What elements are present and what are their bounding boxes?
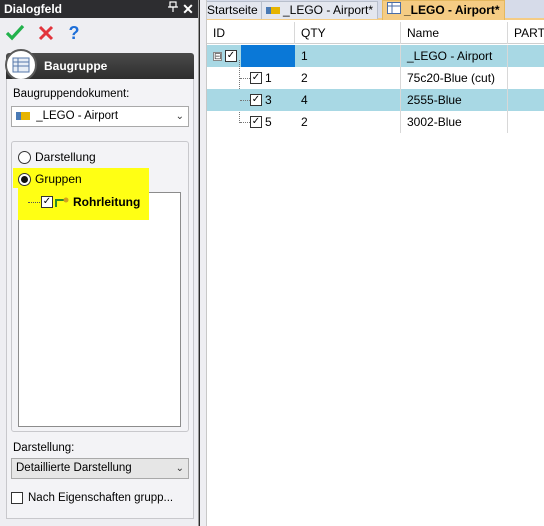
- close-icon[interactable]: ✕: [181, 0, 195, 18]
- collapse-icon[interactable]: ⊟: [213, 51, 222, 61]
- radio-gruppen-label: Gruppen: [35, 172, 82, 186]
- tree-dotline: [28, 201, 40, 203]
- group-tree[interactable]: [18, 192, 181, 427]
- radio-gruppen[interactable]: Gruppen: [18, 172, 82, 186]
- nach-checkbox-box[interactable]: [11, 492, 23, 504]
- row-checkbox[interactable]: ✓: [225, 50, 237, 62]
- help-icon[interactable]: ?: [64, 23, 84, 43]
- table-row[interactable]: ✓ 5 2 3002-Blue: [207, 111, 544, 133]
- pin-icon[interactable]: [166, 0, 180, 18]
- group-title: Baugruppe: [44, 59, 108, 73]
- assembly-icon: [5, 49, 37, 81]
- check-icon[interactable]: [5, 23, 25, 43]
- lego-doc-icon: [266, 7, 280, 14]
- darstellung-label: Darstellung:: [13, 442, 75, 454]
- col-header-id[interactable]: ID: [207, 22, 295, 44]
- qty-cell: 1: [295, 45, 401, 67]
- tab-startseite[interactable]: Startseite: [202, 1, 263, 19]
- row-checkbox[interactable]: ✓: [250, 116, 262, 128]
- tree-item-label: Rohrleitung: [73, 195, 141, 209]
- tree-line: [240, 122, 250, 123]
- tree-line: [240, 78, 250, 79]
- radio-darstellung-dot[interactable]: [18, 150, 31, 164]
- tab-lego-airport-1[interactable]: _LEGO - Airport*: [261, 1, 379, 19]
- row-checkbox[interactable]: ✓: [250, 72, 262, 84]
- tab-strip: Startseite _LEGO - Airport* _LEGO - Airp…: [200, 0, 544, 20]
- name-cell: 75c20-Blue (cut): [401, 67, 508, 89]
- col-header-name[interactable]: Name: [401, 22, 508, 44]
- nach-checkbox-label: Nach Eigenschaften grupp...: [28, 492, 174, 504]
- qty-cell: 2: [295, 67, 401, 89]
- name-cell: 2555-Blue: [401, 89, 508, 111]
- doc-select[interactable]: _LEGO - Airport ⌄: [11, 106, 189, 127]
- id-cell: 1: [265, 71, 272, 85]
- tab-label: _LEGO - Airport*: [404, 3, 500, 17]
- tab-lego-airport-2[interactable]: _LEGO - Airport*: [382, 0, 505, 20]
- table-doc-icon: [387, 2, 401, 19]
- chevron-down-icon: ⌄: [175, 111, 184, 122]
- lego-doc-icon: [16, 111, 30, 120]
- dialog-title: Dialogfeld: [4, 2, 63, 16]
- doc-select-value: _LEGO - Airport: [36, 110, 119, 122]
- table-row[interactable]: ✓ 3 4 2555-Blue: [207, 89, 544, 111]
- pipe-icon: [55, 196, 69, 208]
- qty-cell: 2: [295, 111, 401, 133]
- name-cell: _LEGO - Airport: [401, 45, 508, 67]
- col-header-qty[interactable]: QTY: [295, 22, 401, 44]
- radio-darstellung-label: Darstellung: [35, 150, 96, 164]
- table-row[interactable]: ✓ 1 2 75c20-Blue (cut): [207, 67, 544, 89]
- table-row[interactable]: ⊟ ✓ 1 _LEGO - Airport: [207, 45, 544, 67]
- qty-cell: 4: [295, 89, 401, 111]
- x-icon[interactable]: [36, 23, 56, 43]
- document-area: Startseite _LEGO - Airport* _LEGO - Airp…: [200, 0, 544, 526]
- radio-gruppen-dot[interactable]: [18, 172, 31, 186]
- id-cell-selected[interactable]: [241, 45, 295, 67]
- tree-item-rohrleitung[interactable]: ✓ Rohrleitung: [28, 195, 140, 209]
- group-header-baugruppe[interactable]: Baugruppe: [5, 49, 194, 81]
- dialog-panel: Dialogfeld ✕ ? Baugruppe Baugruppendokum…: [0, 0, 199, 526]
- tab-label: _LEGO - Airport*: [283, 3, 374, 17]
- id-cell: 3: [265, 93, 272, 107]
- id-cell: 5: [265, 115, 272, 129]
- darstellung-select[interactable]: Detaillierte Darstellung ⌄: [11, 458, 189, 479]
- dialog-toolbar: ?: [0, 18, 198, 48]
- dialog-title-bar: Dialogfeld ✕: [0, 0, 198, 18]
- chevron-down-icon: ⌄: [175, 463, 184, 474]
- col-header-part[interactable]: PART: [508, 22, 544, 44]
- grid-header: ID QTY Name PART: [207, 22, 544, 44]
- darstellung-select-value: Detaillierte Darstellung: [16, 462, 132, 474]
- radio-darstellung[interactable]: Darstellung: [18, 150, 96, 164]
- tree-item-checkbox[interactable]: ✓: [41, 196, 53, 208]
- row-checkbox[interactable]: ✓: [250, 94, 262, 106]
- tree-line: [240, 100, 250, 101]
- nach-eigenschaften-checkbox[interactable]: Nach Eigenschaften grupp...: [11, 492, 173, 504]
- splitter[interactable]: [200, 0, 207, 526]
- tab-label: Startseite: [207, 3, 258, 17]
- name-cell: 3002-Blue: [401, 111, 508, 133]
- doc-label: Baugruppendokument:: [13, 88, 130, 100]
